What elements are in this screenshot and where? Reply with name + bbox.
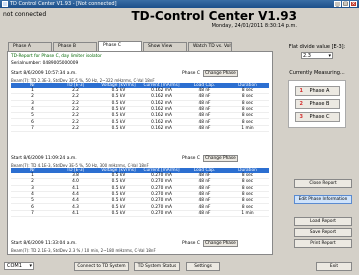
table-cell: 0.5 kV [97,210,140,218]
tab-strip: Phase A Phase B Phase C Show View Watch … [8,41,233,51]
settings-button[interactable]: Settings [186,262,220,271]
measurement-block: Start 8/6/2009 11:33:04 a.m. Phase C Cha… [11,240,269,253]
window-controls: _ □ × [334,1,357,7]
phase-number: 2 [299,101,303,107]
block-phase: Phase C [182,241,201,246]
bottom-toolbar: COM1 Connect to TD System TD System Stat… [0,259,359,275]
table-cell: 48 nF [183,210,226,218]
phase-button-label: Phase B [309,101,330,107]
table-row[interactable]: 7 4.1 0.5 kV 0.270 mA 48 nF 1 min [11,210,269,218]
tab-phase-c[interactable]: Phase C [98,41,142,51]
table-cell: 48 nF [183,125,226,133]
table-cell: 0.5 kV [97,125,140,133]
maximize-button[interactable]: □ [342,1,349,7]
measurement-block: Start 8/6/2009 11:09:24 a.m. Phase C Cha… [11,155,269,218]
sample-label: Flat divide value [E-3]: [288,44,346,50]
change-phase-button[interactable]: Change Phase [203,70,238,77]
block-phase: Phase C [182,156,201,161]
block-start-time: Start 8/6/2009 11:09:24 a.m. [11,156,77,161]
connect-button[interactable]: Connect to TD System [74,262,129,271]
phase-button-label: Phase C [309,114,330,120]
tab-show-view[interactable]: Show View [143,42,187,51]
table-cell: 7 [11,125,54,133]
tab-phase-b[interactable]: Phase B [53,42,97,51]
phase-b-button[interactable]: 2 Phase B [294,99,340,109]
app-icon [2,1,8,7]
com-port-select[interactable]: COM1 [4,262,34,270]
app-datetime: Monday, 24/01/2011 8:30:14 p.m. [211,23,297,29]
table-cell: 0.162 mA [140,125,183,133]
phase-label: Currently Measuring... [289,70,345,76]
table-body: 1 2.2 0.5 kV 0.162 mA 48 nF 8 sec 2 2.2 0.5 kV 0.… [11,88,269,133]
close-button[interactable]: × [350,1,357,7]
report-header: TD-Report for Phase C, day limiter isola… [11,54,102,59]
sample-dropdown[interactable]: 2.3 [301,52,333,59]
table-row[interactable]: 7 2.2 0.5 kV 0.162 mA 48 nF 1 min [11,125,269,133]
edit-phase-info-button[interactable]: Edit Phase Information [294,195,352,204]
change-phase-button[interactable]: Change Phase [203,240,238,247]
close-report-button[interactable]: Close Report [294,179,352,188]
report-serial: Serialnumber: 0489005000009 [11,61,79,66]
table-cell: 7 [11,210,54,218]
tab-watch-td-voltage[interactable]: Watch TD vs. Voltage [188,42,232,51]
block-start-time: Start 8/6/2009 11:33:04 a.m. [11,241,77,246]
table-cell: 4.1 [54,210,97,218]
measurement-table: Nr TD [E-3] Voltage [kVrms] Current [mAr… [11,83,269,133]
phase-number: 3 [299,114,303,120]
measurement-table: Nr TD [E-3] Voltage [kVrms] Current [mAr… [11,168,269,218]
table-cell: 1 min [226,125,269,133]
phase-number: 1 [299,88,303,94]
print-report-button[interactable]: Print Report [294,239,352,248]
tab-phase-a[interactable]: Phase A [8,42,52,51]
report-panel[interactable]: TD-Report for Phase C, day limiter isola… [7,51,273,255]
system-status-button[interactable]: TD System Status [134,262,180,271]
phase-button-label: Phase A [309,88,330,94]
window-title: TD Control Center V1.93 - [Not connected… [10,1,117,7]
app-title: TD-Control Center V1.93 [131,9,298,23]
minimize-button[interactable]: _ [334,1,341,7]
connection-status: not connected [3,11,47,18]
measurement-block: Start 8/6/2009 10:57:34 a.m. Phase C Cha… [11,70,269,133]
phase-selector: 1 Phase A 2 Phase B 3 Phase C [288,80,346,128]
window-title-bar[interactable]: TD Control Center V1.93 - [Not connected… [0,0,359,8]
phase-c-button[interactable]: 3 Phase C [294,112,340,122]
exit-button[interactable]: Exit [316,262,352,271]
phase-a-button[interactable]: 1 Phase A [294,86,340,96]
change-phase-button[interactable]: Change Phase [203,155,238,162]
table-cell: 1 min [226,210,269,218]
save-report-button[interactable]: Save Report [294,228,352,237]
block-start-time: Start 8/6/2009 10:57:34 a.m. [11,71,77,76]
load-report-button[interactable]: Load Report [294,217,352,226]
block-phase: Phase C [182,71,201,76]
block-summary: Beam(7): TD 2.1E-3, StdDev 2.3 % / 10 mi… [11,248,156,253]
table-body: 1 3.8 0.5 kV 0.270 mA 48 nF 8 sec 2 4.0 0.5 kV 0.… [11,173,269,218]
table-cell: 2.2 [54,125,97,133]
table-cell: 0.270 mA [140,210,183,218]
right-panel: Flat divide value [E-3]: 2.3 Currently M… [276,42,358,253]
